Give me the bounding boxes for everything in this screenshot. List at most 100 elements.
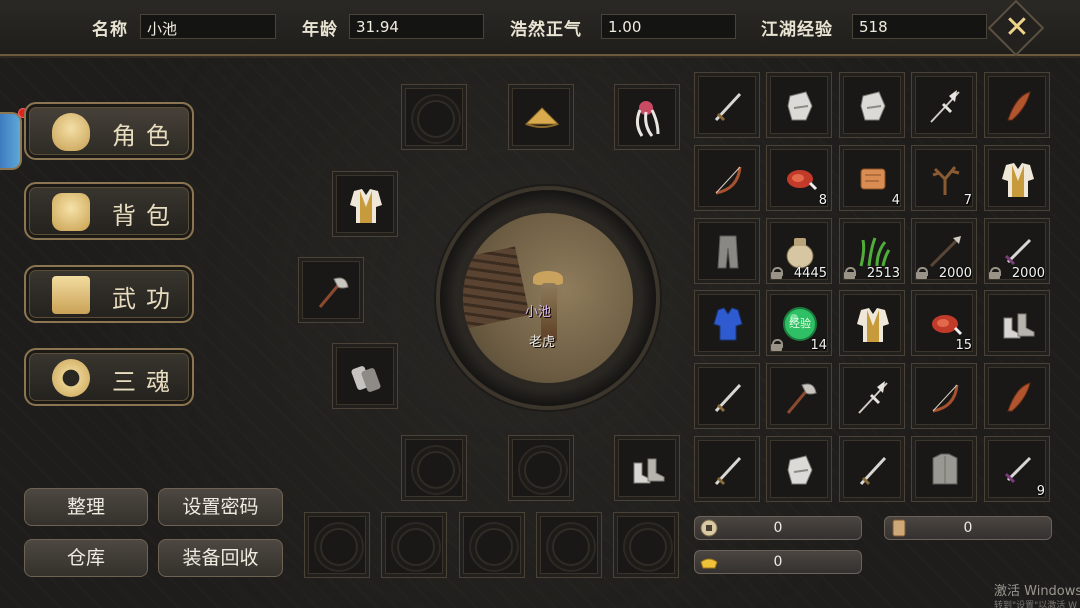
inventory-slot[interactable] [694,145,760,211]
recycle-button[interactable]: 装备回收 [158,539,283,577]
inventory-slot[interactable] [984,145,1050,211]
item-quantity: 4 [891,193,900,208]
inventory-slot[interactable] [694,218,760,284]
inventory-slot[interactable] [911,72,977,138]
gold-ingot-bar: 0 [694,550,862,574]
equip-slot-empty[interactable] [401,435,467,501]
inventory-slot[interactable]: 2513 [839,218,905,284]
top-stat-bar: 名称 小池 年龄 31.94 浩然正气 1.00 江湖经验 518 ✕ [0,0,1080,57]
lock-icon [989,267,1001,279]
name-label: 名称 [92,20,128,40]
inventory-slot[interactable] [839,72,905,138]
side-event-tab[interactable] [0,112,22,170]
sword-icon [859,456,887,486]
sword-icon [714,456,742,486]
equip-slot-empty[interactable] [508,435,574,501]
inventory-slot[interactable] [839,290,905,356]
age-label: 年龄 [302,20,338,40]
item-quantity: 9 [1036,484,1045,499]
halberd-icon [930,90,960,123]
menu-martial-arts-label: 武功 [112,285,180,313]
extra-slot-empty[interactable] [304,512,370,578]
robe-icon [857,308,889,342]
inventory-slot[interactable]: 2000 [911,218,977,284]
inventory-slot[interactable]: 8 [766,145,832,211]
extra-slot-empty[interactable] [381,512,447,578]
inventory-slot[interactable] [984,72,1050,138]
inventory-slot[interactable] [766,72,832,138]
scroll-icon [860,168,886,190]
halberd-icon [858,381,888,414]
copper-coin-value: 0 [773,520,783,536]
experience-field: 518 [852,14,987,39]
inventory-slot[interactable]: 9 [984,436,1050,502]
inventory-slot[interactable] [694,72,760,138]
extra-slot-empty[interactable] [459,512,525,578]
warehouse-button[interactable]: 仓库 [24,539,148,577]
inventory-slot[interactable] [766,363,832,429]
extra-slot-empty[interactable] [613,512,679,578]
character-portrait: 小池 老虎 [460,210,636,386]
axe-icon [318,277,349,308]
inventory-slot[interactable] [694,363,760,429]
experience-label: 江湖经验 [761,20,833,40]
item-quantity: 4445 [793,266,827,281]
equip-slot-hat[interactable] [508,84,574,150]
equip-slot-gloves[interactable] [332,343,398,409]
activation-watermark: 激活 Windows [994,584,1080,599]
item-quantity: 2513 [866,266,900,281]
inventory-slot[interactable] [839,363,905,429]
equip-slot-armor[interactable] [332,171,398,237]
inventory-slot[interactable]: 7 [911,145,977,211]
boots-icon [633,458,665,484]
bow-icon [715,166,742,195]
item-quantity: 8 [818,193,827,208]
gauntlet-icon [787,455,813,485]
copper-coin-icon [700,519,718,537]
three-souls-icon [52,359,90,397]
age-field: 31.94 [349,14,484,39]
equip-slot-empty[interactable] [401,84,467,150]
inventory-slot[interactable] [694,436,760,502]
inventory-slot[interactable] [911,363,977,429]
set-password-button[interactable]: 设置密码 [158,488,283,526]
inventory-slot[interactable]: 4445 [766,218,832,284]
inventory-slot[interactable]: 4 [839,145,905,211]
inventory-slot[interactable] [839,436,905,502]
menu-three-souls-label: 三魂 [112,368,180,396]
menu-backpack-label: 背包 [112,202,180,230]
inventory-slot[interactable]: 经验 14 [766,290,832,356]
lock-icon [916,267,928,279]
inventory-slot[interactable]: 15 [911,290,977,356]
inventory-slot[interactable] [911,436,977,502]
name-field: 小池 [140,14,276,39]
close-icon[interactable]: ✕ [998,8,1036,48]
lock-icon [844,267,856,279]
menu-three-souls-button[interactable]: 三魂 [24,348,194,406]
inventory-slot[interactable] [984,363,1050,429]
equip-slot-hair[interactable] [614,84,680,150]
blue-vest-icon [713,307,743,341]
item-label: 经验 [789,317,811,330]
lock-icon [771,339,783,351]
equip-slot-weapon[interactable] [298,257,364,323]
item-quantity: 2000 [1011,266,1045,281]
inventory-slot[interactable]: 2000 [984,218,1050,284]
menu-character-button[interactable]: 角色 [24,102,194,160]
inventory-slot[interactable] [694,290,760,356]
extra-slot-empty[interactable] [536,512,602,578]
sword-icon [714,383,742,413]
antler-icon [932,166,960,195]
sort-button[interactable]: 整理 [24,488,148,526]
equip-slot-boots[interactable] [614,435,680,501]
menu-backpack-button[interactable]: 背包 [24,182,194,240]
menu-martial-arts-button[interactable]: 武功 [24,265,194,323]
inventory-slot[interactable] [984,290,1050,356]
item-quantity: 14 [810,338,827,353]
mount-name: 老虎 [529,335,556,350]
inventory-slot[interactable] [766,436,832,502]
bow-icon [932,384,959,413]
menu-character-label: 角色 [112,122,180,150]
activation-watermark-hint: 转到"设置"以激活 W [994,601,1078,608]
feather-icon [1007,382,1031,412]
